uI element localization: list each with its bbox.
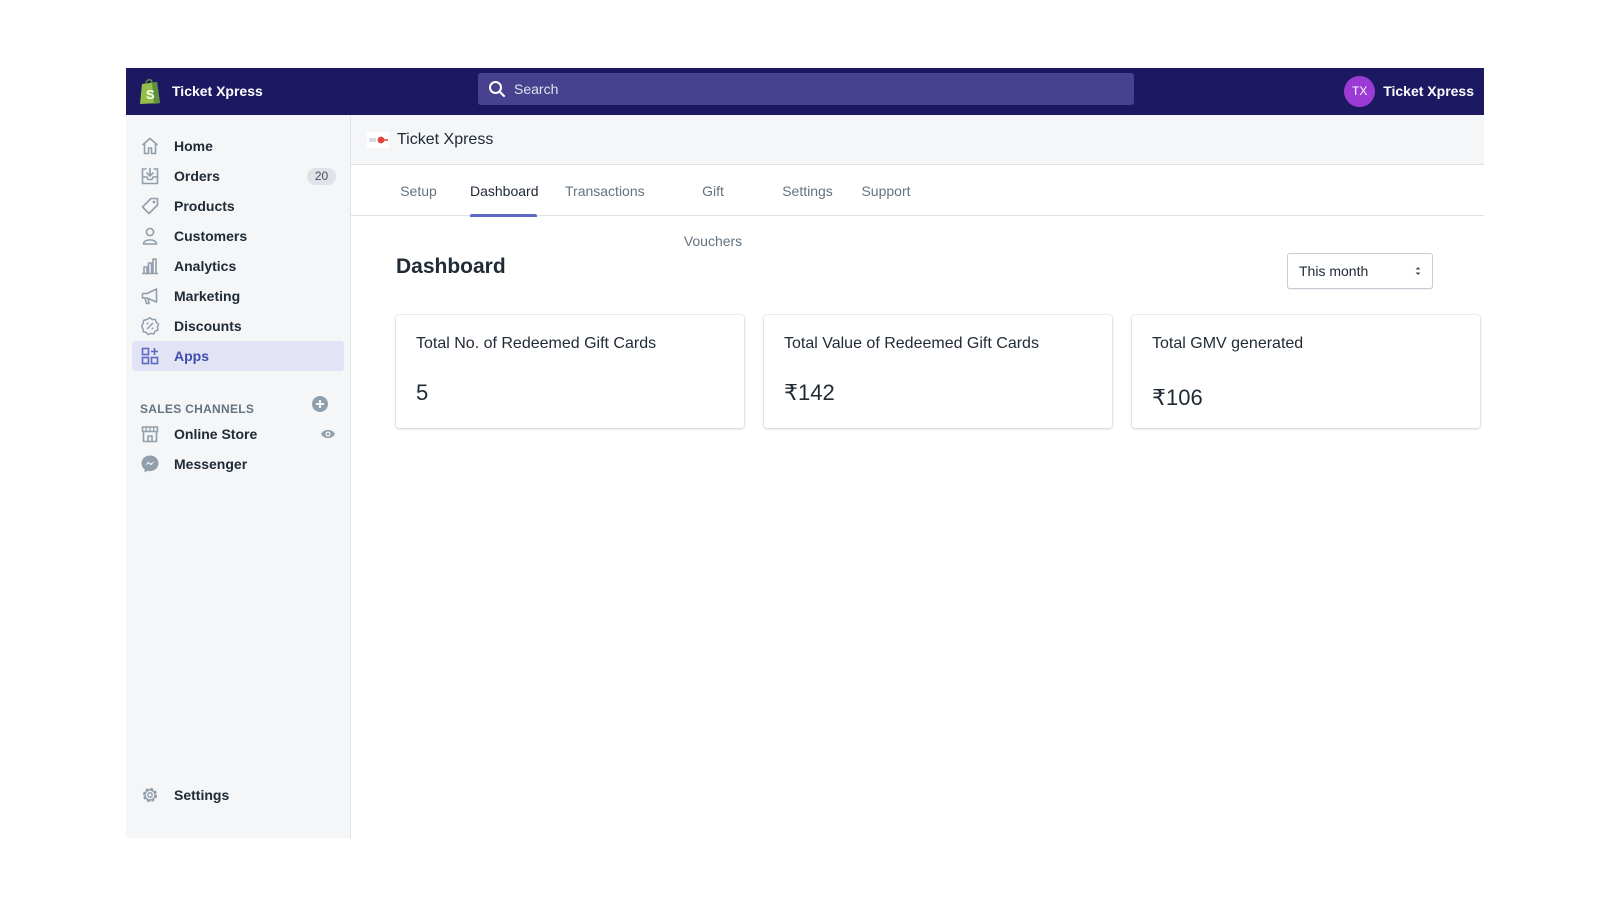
card-label: Total GMV generated	[1152, 335, 1304, 352]
card-value: ₹142	[784, 380, 835, 405]
svg-text:S: S	[146, 87, 155, 102]
sales-channels-heading: SALES CHANNELS	[140, 402, 255, 416]
redeemed-value-card: Total Value of Redeemed Gift Cards ₹142	[764, 315, 1112, 428]
sidebar-item-label: Settings	[174, 787, 230, 803]
shopify-bag-icon: S	[140, 78, 160, 104]
sidebar-item-label: Customers	[174, 228, 248, 244]
sidebar-item-label: Analytics	[174, 258, 237, 274]
period-select[interactable]: This month	[1287, 253, 1433, 289]
avatar: TX	[1344, 75, 1376, 107]
store-icon	[141, 426, 159, 443]
search-input[interactable]	[514, 81, 1094, 97]
sidebar-item-marketing[interactable]: Marketing	[132, 281, 344, 311]
user-menu[interactable]: TX Ticket Xpress	[1344, 75, 1474, 107]
tag-icon	[141, 197, 159, 215]
sidebar-item-label: Apps	[174, 348, 209, 364]
user-name: Ticket Xpress	[1383, 83, 1474, 99]
sidebar-item-label: Marketing	[174, 288, 241, 304]
redeemed-count-card: Total No. of Redeemed Gift Cards 5	[396, 315, 744, 428]
apps-grid-icon	[141, 347, 159, 365]
discount-badge-icon	[140, 317, 160, 336]
tab-dashboard[interactable]: Dashboard	[470, 166, 539, 217]
sidebar-item-home[interactable]: Home	[132, 131, 344, 161]
card-value: ₹106	[1152, 385, 1203, 410]
messenger-icon	[141, 455, 159, 473]
store-brand[interactable]: S Ticket Xpress	[138, 75, 263, 107]
sidebar-item-label: Products	[174, 198, 235, 214]
search-icon	[489, 81, 506, 98]
app-header: Ticket Xpress	[351, 115, 1484, 165]
top-bar: S Ticket Xpress TX Ticket Xpress	[126, 68, 1484, 115]
card-value: 5	[416, 380, 429, 405]
sidebar-item-label: Orders	[174, 168, 220, 184]
page-title: Dashboard	[396, 255, 506, 278]
gmv-generated-card: Total GMV generated ₹106	[1132, 315, 1480, 428]
sidebar-item-products[interactable]: Products	[132, 191, 344, 221]
person-icon	[142, 227, 158, 245]
orders-count-badge: 20	[307, 168, 336, 185]
store-name: Ticket Xpress	[172, 83, 263, 99]
tab-settings[interactable]: Settings	[782, 166, 833, 216]
gear-icon	[142, 787, 158, 803]
main-content: Ticket Xpress Setup Dashboard Transactio…	[351, 115, 1484, 838]
sidebar-item-online-store[interactable]: Online Store	[132, 419, 344, 449]
tab-setup[interactable]: Setup	[400, 166, 437, 216]
sidebar: Home Orders 20 Products Customers Analyt…	[126, 115, 351, 838]
card-label: Total No. of Redeemed Gift Cards	[416, 335, 657, 352]
sidebar-item-label: Messenger	[174, 456, 248, 472]
eye-icon[interactable]	[320, 427, 336, 441]
sidebar-item-label: Online Store	[174, 426, 258, 442]
admin-window: S Ticket Xpress TX Ticket Xpress Home	[126, 68, 1484, 838]
ticket-xpress-logo-icon	[367, 131, 389, 148]
sidebar-item-label: Discounts	[174, 318, 242, 334]
app-title: Ticket Xpress	[397, 130, 494, 148]
sidebar-item-label: Home	[174, 138, 213, 154]
bar-chart-icon	[142, 258, 158, 275]
tab-gift-vouchers[interactable]: Gift Vouchers	[671, 166, 755, 249]
add-circle-icon[interactable]	[312, 396, 328, 412]
sidebar-item-customers[interactable]: Customers	[132, 221, 344, 251]
tab-transactions[interactable]: Transactions	[565, 166, 645, 216]
period-select-value: This month	[1299, 263, 1369, 279]
sidebar-item-apps[interactable]: Apps	[132, 341, 344, 371]
sidebar-item-messenger[interactable]: Messenger	[132, 449, 344, 479]
sidebar-item-analytics[interactable]: Analytics	[132, 251, 344, 281]
sidebar-item-discounts[interactable]: Discounts	[132, 311, 344, 341]
home-icon	[141, 137, 159, 155]
megaphone-icon	[141, 288, 158, 305]
card-label: Total Value of Redeemed Gift Cards	[784, 335, 1039, 352]
sidebar-item-orders[interactable]: Orders 20	[132, 161, 344, 191]
search-bar[interactable]	[478, 73, 1134, 105]
app-tabs: Setup Dashboard Transactions Gift Vouche…	[351, 166, 1484, 249]
select-arrows-icon	[1415, 267, 1421, 275]
tab-support[interactable]: Support	[861, 166, 911, 216]
sidebar-item-settings[interactable]: Settings	[132, 780, 344, 810]
orders-inbox-icon	[141, 167, 159, 185]
